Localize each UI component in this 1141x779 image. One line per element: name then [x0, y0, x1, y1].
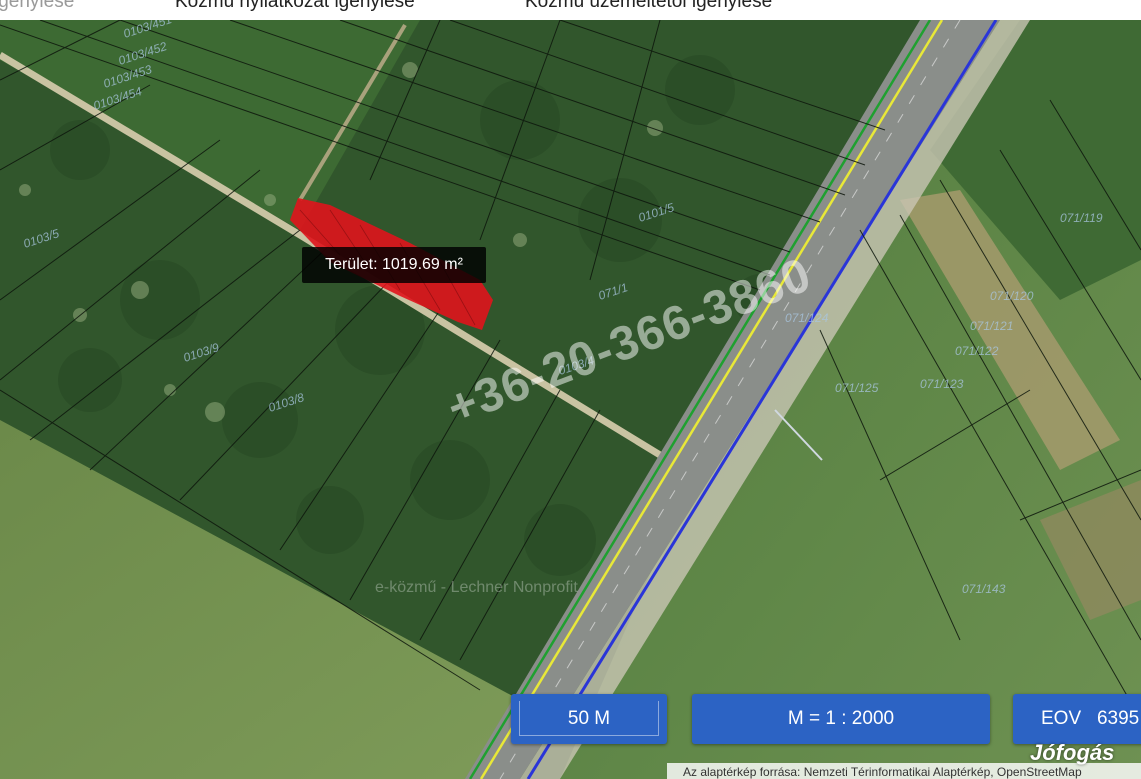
top-tab-bar: igénylése Közmű nyilatkozat igénylése Kö…: [0, 0, 1141, 20]
tab-kozmu-nyilatkozat[interactable]: Közmű nyilatkozat igénylése: [175, 0, 415, 13]
tab-igenylese[interactable]: igénylése: [0, 0, 74, 13]
parcel-label: 071/124: [785, 311, 829, 325]
parcel-label: 071/121: [970, 319, 1013, 333]
parcel-label: 071/123: [920, 377, 964, 391]
scale-bar: 50 M: [511, 694, 667, 744]
eov-coordinate-button[interactable]: EOV 6395: [1013, 694, 1141, 744]
scale-ratio-button[interactable]: M = 1 : 2000: [692, 694, 990, 744]
parcel-label: 071/143: [962, 582, 1006, 596]
scale-bar-frame: [519, 701, 659, 736]
parcel-label: 071/120: [990, 289, 1034, 303]
parcel-label: 071/119: [1060, 211, 1103, 225]
tab-kozmu-uzemeltetoi[interactable]: Közmű üzemeltetői igénylése: [525, 0, 772, 13]
parcel-label: 071/122: [955, 344, 999, 358]
parcel-label: 071/125: [835, 381, 879, 395]
source-watermark: e-közmű - Lechner Nonprofit: [375, 579, 578, 596]
area-tooltip: Terület: 1019.69 m²: [302, 247, 486, 283]
jofogas-logo: Jófogás: [1030, 740, 1115, 765]
